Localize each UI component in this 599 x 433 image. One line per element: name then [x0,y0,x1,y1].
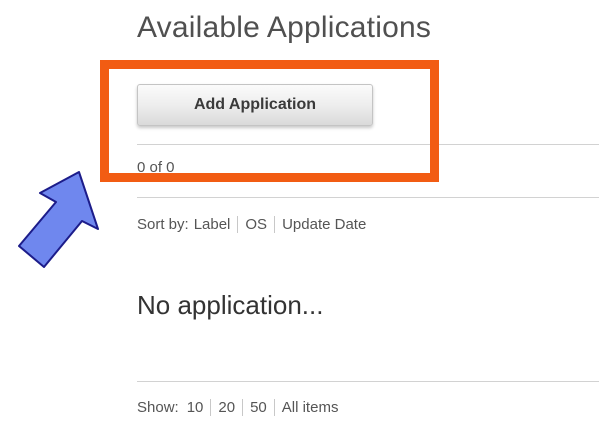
page-size-bar: Show: 10 20 50 All items [137,399,338,416]
sort-label: Sort by: [137,216,189,233]
page-size-all-link[interactable]: All items [282,399,339,416]
page-size-20-link[interactable]: 20 [218,399,235,416]
empty-state-message: No application... [137,290,324,320]
sort-by-os-link[interactable]: OS [245,216,267,233]
separator [237,216,239,233]
sort-bar: Sort by: Label OS Update Date [137,216,366,233]
separator [242,399,244,416]
sort-by-update-date-link[interactable]: Update Date [282,216,366,233]
page-size-10-link[interactable]: 10 [187,399,204,416]
add-application-button[interactable]: Add Application [137,84,373,126]
separator [210,399,212,416]
divider [137,197,599,198]
page-title: Available Applications [137,11,432,44]
separator [273,399,275,416]
results-count: 0 of 0 [137,159,175,176]
divider [137,381,599,382]
sort-by-label-link[interactable]: Label [194,216,231,233]
separator [274,216,276,233]
page-size-50-link[interactable]: 50 [250,399,267,416]
divider [137,144,599,145]
show-label: Show: [137,399,179,416]
